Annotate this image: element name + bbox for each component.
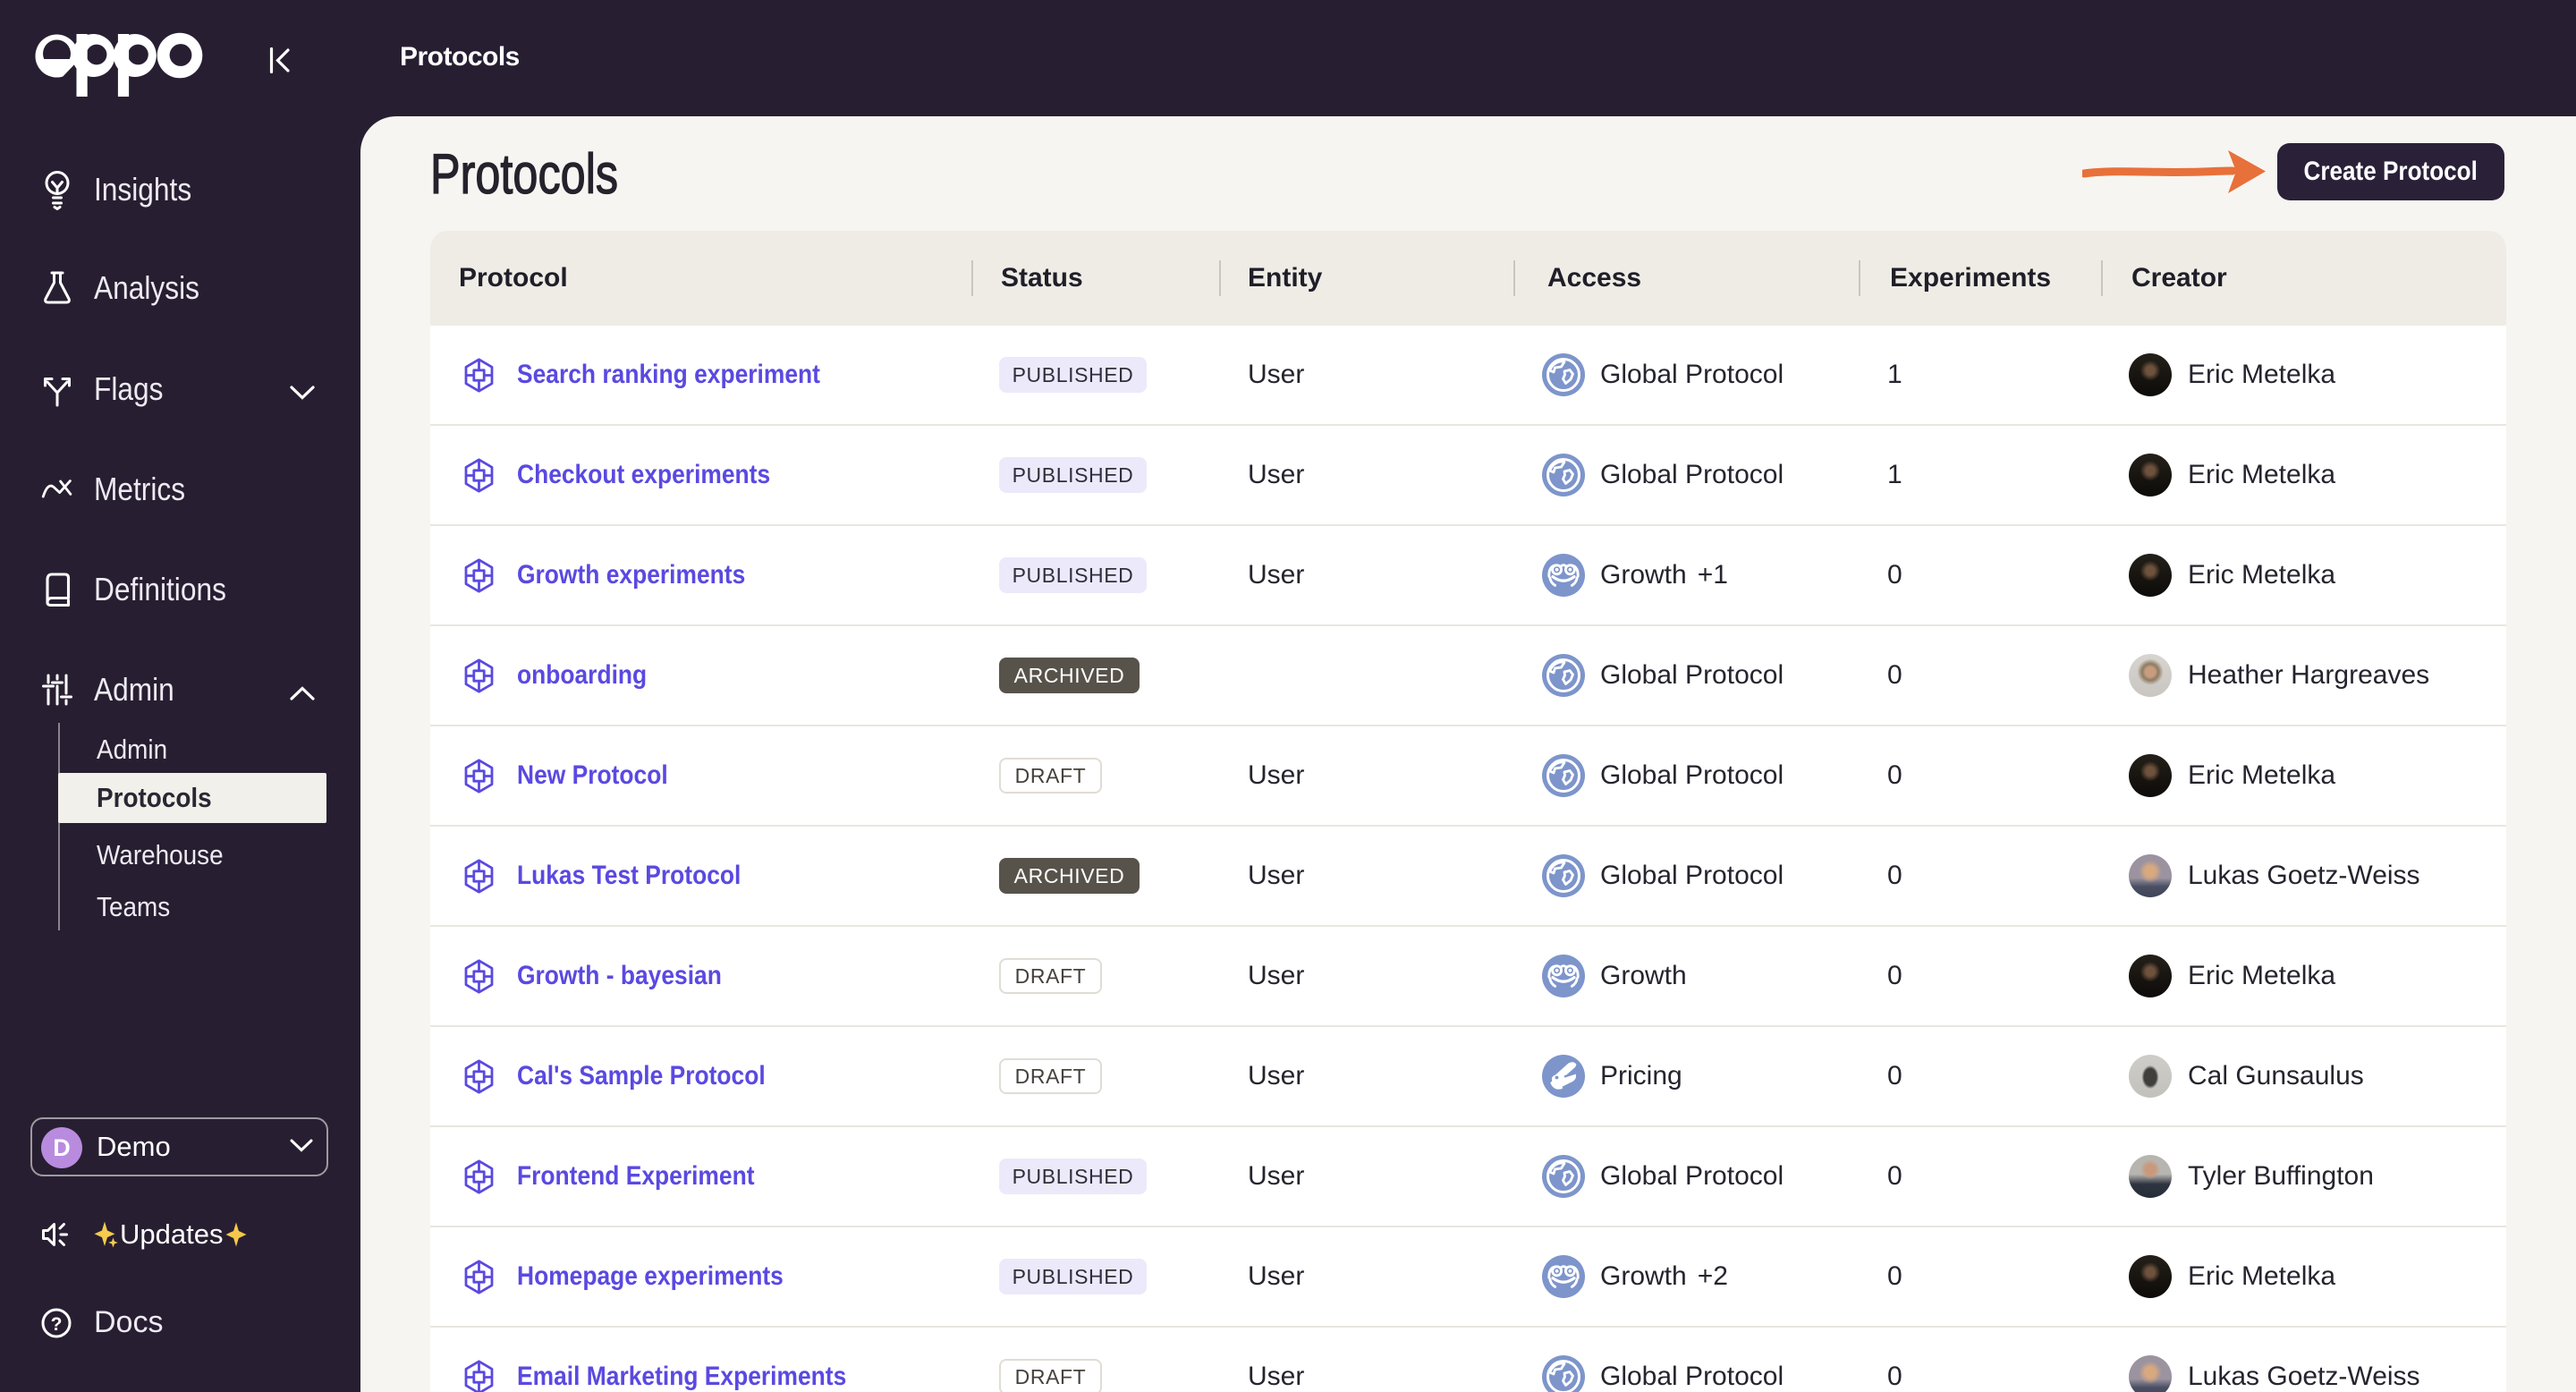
svg-text:?: ? xyxy=(51,1314,63,1335)
